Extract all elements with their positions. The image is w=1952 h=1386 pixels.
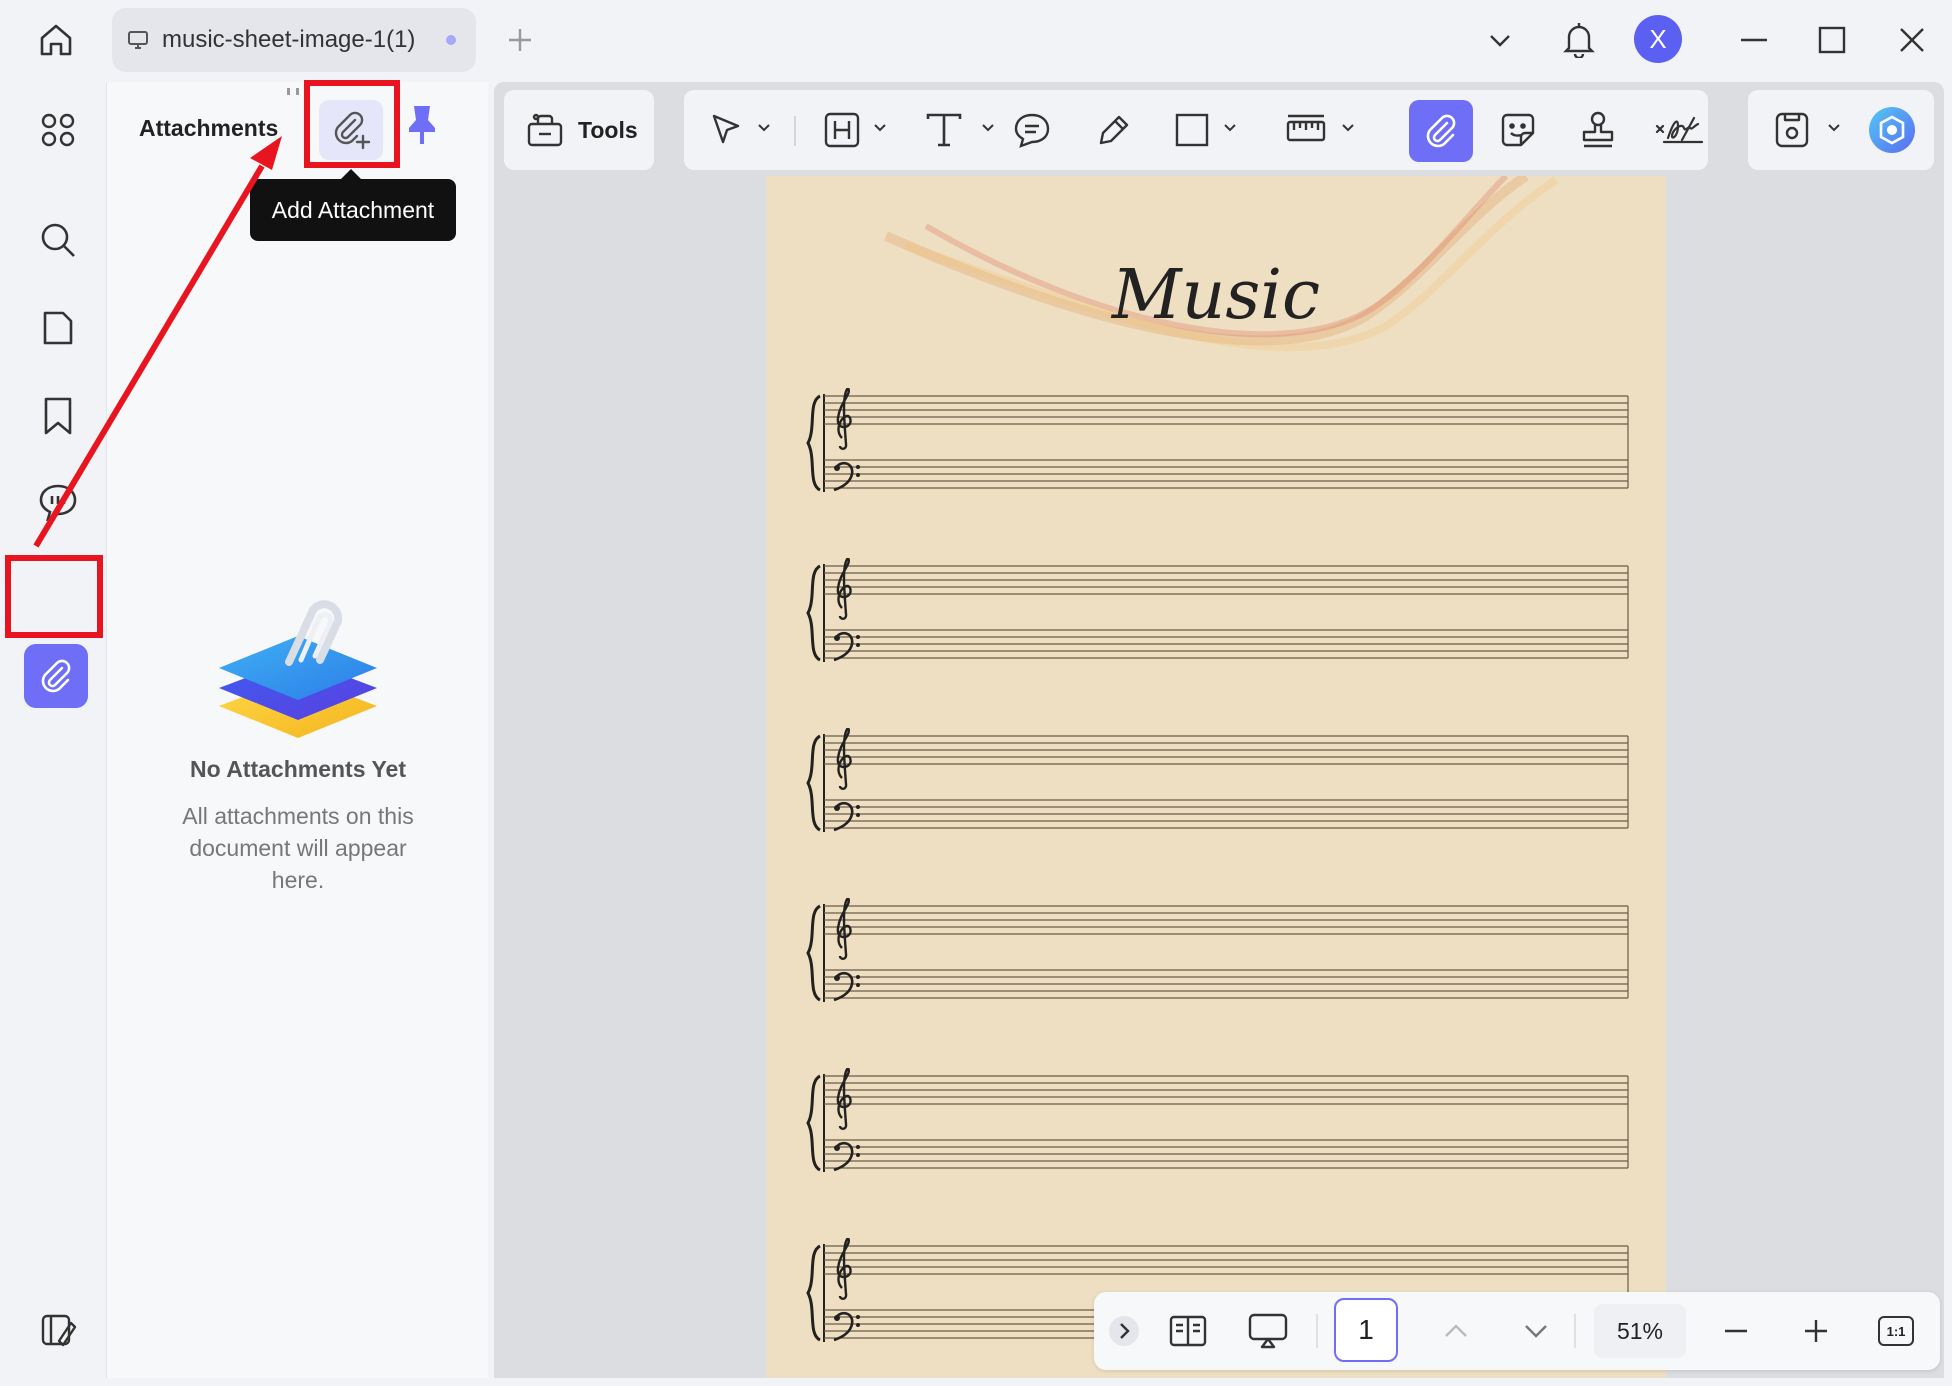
panel-title: Attachments — [139, 115, 279, 141]
title-bar: music-sheet-image-1(1) X — [0, 0, 1952, 80]
sheet-title: Music — [1111, 256, 1321, 335]
grand-staff — [806, 1068, 1629, 1172]
bookmark-icon[interactable] — [36, 394, 80, 438]
comment-tool-icon[interactable] — [1010, 106, 1054, 154]
document-page[interactable]: Music — [766, 176, 1666, 1378]
rectangle-tool-icon[interactable] — [1170, 106, 1214, 154]
measure-tool-icon[interactable] — [1284, 106, 1328, 154]
sticker-tool-icon[interactable] — [1496, 106, 1540, 154]
text-tool-icon[interactable] — [922, 106, 966, 154]
zoom-level[interactable]: 51% — [1594, 1304, 1686, 1358]
unsaved-dot — [446, 35, 456, 45]
empty-attachments-illustration — [215, 582, 381, 752]
toolbar-divider — [794, 116, 796, 146]
rectangle-tool-chevron-icon[interactable] — [1222, 120, 1238, 136]
minimize-icon[interactable] — [1732, 18, 1776, 62]
comments-icon[interactable] — [36, 480, 80, 524]
signature-tool-icon[interactable] — [1654, 106, 1706, 154]
page-icon[interactable] — [36, 306, 80, 350]
save-chevron-icon[interactable] — [1826, 120, 1842, 136]
save-icon[interactable] — [1770, 106, 1814, 154]
chevron-down-icon[interactable] — [1478, 18, 1522, 62]
zoom-in-icon[interactable] — [1794, 1309, 1838, 1353]
add-attachment-tooltip: Add Attachment — [250, 169, 456, 241]
collapse-panel-icon[interactable] — [36, 1308, 80, 1352]
monitor-icon — [126, 28, 150, 52]
annotation-toolbar — [684, 90, 1708, 170]
zoom-out-icon[interactable] — [1714, 1309, 1758, 1353]
attachment-tool-active[interactable] — [1409, 100, 1473, 162]
fit-label: 1:1 — [1878, 1316, 1914, 1346]
maximize-icon[interactable] — [1810, 18, 1854, 62]
stamp-tool-icon[interactable] — [1576, 106, 1620, 154]
toolbox-icon — [527, 113, 563, 147]
actual-size-button[interactable]: 1:1 — [1874, 1309, 1918, 1353]
previous-page-icon[interactable] — [1434, 1309, 1478, 1353]
file-toolbar — [1748, 90, 1934, 170]
home-icon[interactable] — [32, 18, 80, 62]
grand-staff — [806, 898, 1629, 1002]
nav-divider-2 — [1574, 1314, 1576, 1348]
highlight-box-add-attachment — [304, 80, 400, 168]
tools-label: Tools — [578, 116, 638, 143]
empty-state-description: All attachments on this document will ap… — [182, 803, 414, 893]
attachments-panel: Attachments No Attachments Yet All attac… — [106, 82, 488, 1378]
text-tool-chevron-icon[interactable] — [980, 120, 996, 136]
next-page-icon[interactable] — [1514, 1309, 1558, 1353]
new-tab-plus-icon[interactable] — [498, 18, 542, 62]
search-icon[interactable] — [36, 218, 80, 262]
drag-handle-icon[interactable] — [281, 86, 305, 96]
bell-icon[interactable] — [1556, 16, 1602, 62]
empty-state-title: No Attachments Yet — [190, 756, 406, 782]
attachments-tab-active[interactable] — [24, 644, 88, 708]
page-number-input[interactable]: 1 — [1334, 1298, 1398, 1362]
document-tab[interactable]: music-sheet-image-1(1) — [112, 8, 476, 72]
ai-assistant-icon[interactable] — [1866, 106, 1918, 154]
close-icon[interactable] — [1890, 18, 1934, 62]
pin-icon[interactable] — [407, 104, 437, 146]
highlight-tool-chevron-icon[interactable] — [872, 120, 888, 136]
presentation-icon[interactable] — [1246, 1309, 1290, 1353]
paperclip-icon — [41, 659, 71, 693]
tools-button[interactable]: Tools — [504, 90, 654, 170]
user-avatar[interactable]: X — [1634, 15, 1682, 63]
page-layout-icon[interactable] — [1166, 1309, 1210, 1353]
select-tool-icon[interactable] — [704, 106, 748, 154]
paperclip-tool-icon — [1426, 114, 1456, 148]
left-icon-rail — [8, 82, 104, 1378]
select-tool-chevron-icon[interactable] — [756, 120, 772, 136]
grand-staff — [806, 728, 1629, 832]
pencil-tool-icon[interactable] — [1092, 106, 1136, 154]
thumbnails-grid-icon[interactable] — [36, 108, 80, 152]
grand-staff — [806, 558, 1629, 662]
grand-staff — [806, 388, 1629, 492]
highlight-box-attachments-tab — [5, 555, 103, 638]
measure-tool-chevron-icon[interactable] — [1340, 120, 1356, 136]
tab-title: music-sheet-image-1(1) — [162, 26, 416, 53]
expand-chevron-icon[interactable] — [1106, 1309, 1142, 1353]
nav-divider — [1316, 1314, 1318, 1348]
page-navigation-bar: 1 51% 1:1 — [1094, 1292, 1940, 1370]
highlight-tool-icon[interactable] — [820, 106, 864, 154]
